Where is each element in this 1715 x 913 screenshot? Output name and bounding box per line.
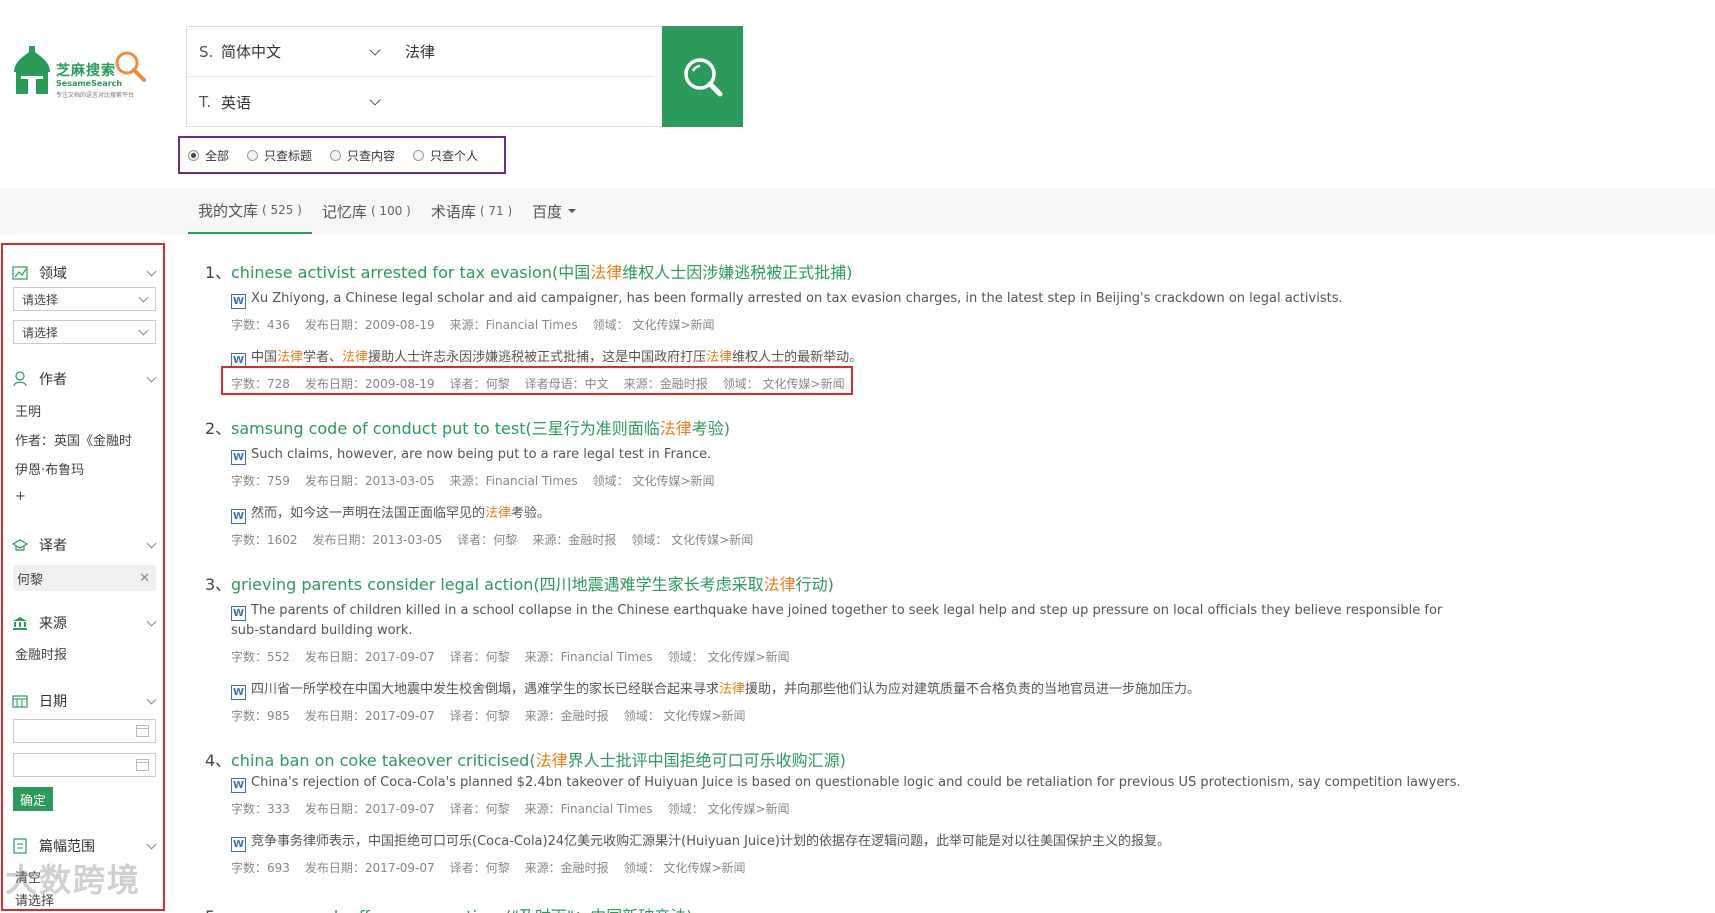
calendar-icon [11,693,29,709]
search-scope-group: 全部 只查标题 只查内容 只查个人 [178,136,506,174]
search-button[interactable] [662,26,743,127]
tab-terms[interactable]: 术语库( 71 ) [421,188,522,234]
author-item[interactable]: 伊恩·布鲁玛 [15,459,84,478]
radio-checked-icon [188,149,199,161]
graduation-cap-icon [11,537,29,553]
result-zh-snippet: W 然而，如今这一声明在法国正面临罕见的法律考验。 [231,506,551,524]
result-en-snippet: W China's rejection of Coca-Cola's planne… [231,775,1461,793]
chevron-down-icon[interactable] [369,43,381,56]
translator-selected-tag[interactable]: 何黎 ✕ [13,565,156,591]
result-title-link[interactable]: grieving parents consider legal action(四… [231,571,834,595]
search-box: S. 简体中文 法律 T. 英语 [186,26,663,127]
filter-length-header[interactable]: 篇幅范围 [11,836,157,856]
magnifier-logo-icon [115,51,146,82]
target-language-select[interactable]: 英语 [221,92,371,113]
calendar-icon[interactable] [136,759,149,771]
filter-source-header[interactable]: 来源 [11,613,157,633]
tab-memory[interactable]: 记忆库( 100 ) [312,188,421,234]
calendar-icon[interactable] [136,725,149,737]
chart-icon [11,265,29,281]
word-doc-icon[interactable]: W [231,837,246,852]
date-end-input[interactable] [13,753,156,777]
result-zh-meta: 字数：693 发布日期：2017-09-07 译者：何黎 来源：金融时报 领域： 文化传… [231,861,746,875]
page: 芝麻搜索 SesameSearch 专注文档的语言对比搜索平台 S. 简体中文 … [0,0,1715,913]
result-title-link[interactable]: new approach offers more options("及时雨"：中… [231,903,692,913]
word-doc-icon[interactable]: W [231,778,246,793]
domain-select-1[interactable]: 请选择 [13,287,156,311]
result-en-snippet: W Such claims, however, are now being put… [231,447,712,465]
author-item[interactable]: 作者：英国《金融时 [15,430,132,449]
result-en-snippet: W The parents of children killed in a sch… [231,603,1443,638]
logo-tagline: 专注文档的语言对比搜索平台 [56,92,135,99]
scope-personal-radio[interactable]: 只查个人 [413,147,478,164]
word-doc-icon[interactable]: W [231,509,246,524]
result-zh-snippet: W 中国法律学者、法律援助人士许志永因涉嫌逃税被正式批捕，这是中国政府打压法律维权… [231,350,863,368]
result-title-link[interactable]: chinese activist arrested for tax evasio… [231,259,853,283]
result-en-meta: 字数：436 发布日期：2009-08-19 来源：Financial Times 领… [231,318,715,332]
chevron-down-icon[interactable] [369,94,381,106]
chevron-down-icon [146,372,157,382]
source-item[interactable]: 金融时报 [15,644,67,663]
result-zh-snippet: W 竞争事务律师表示，中国拒绝可口可乐(Coca-Cola)24亿美元收购汇源果汁… [231,834,1171,852]
tab-baidu-dropdown[interactable]: 百度 [522,188,586,234]
filter-sidebar: 领域 请选择 请选择 作者 王明 作者：英国《金融时 伊恩·布鲁玛 + 译者 何… [1,243,165,911]
source-language-row: S. 简体中文 法律 [187,27,654,77]
close-icon[interactable]: ✕ [139,571,150,586]
scope-all-radio[interactable]: 全部 [188,147,229,164]
result-title-link[interactable]: china ban on coke takeover criticised(法律… [231,747,846,771]
filter-date-header[interactable]: 日期 [11,691,157,711]
radio-unchecked-icon [330,149,342,161]
highlighted-meta-box [221,366,853,395]
document-icon [11,838,29,854]
word-doc-icon[interactable]: W [231,294,246,309]
word-doc-icon[interactable]: W [231,606,246,621]
result-en-meta: 字数：759 发布日期：2013-03-05 来源：Financial Times 领… [231,474,715,488]
chevron-down-icon [146,538,157,548]
result-zh-snippet: W 四川省一所学校在中国大地震中发生校舍倒塌，遇难学生的家长已经联合起来寻求法律援… [231,682,1201,700]
result-en-meta: 字数：333 发布日期：2017-09-07 译者：何黎 来源：Financial T… [231,802,790,816]
filter-author-header[interactable]: 作者 [11,369,157,389]
bank-icon [11,615,29,631]
result-en-meta: 字数：552 发布日期：2017-09-07 译者：何黎 来源：Financial T… [231,650,790,664]
word-doc-icon[interactable]: W [231,450,246,465]
search-icon [683,57,722,96]
target-language-row: T. 英语 [187,77,664,127]
mosque-logo-icon [14,46,50,94]
radio-unchecked-icon [413,149,425,161]
target-prefix: T. [199,93,212,111]
chevron-down-icon [146,616,157,626]
user-icon [11,371,29,387]
chevron-down-icon [138,325,149,335]
logo-brand-text: 芝麻搜索 [56,63,116,79]
tab-my-library[interactable]: 我的文库( 525 ) [188,188,312,234]
watermark: 大数跨境 [5,861,142,899]
source-prefix: S. [199,42,214,61]
word-doc-icon[interactable]: W [231,685,246,700]
search-input[interactable]: 法律 [405,41,435,62]
radio-unchecked-icon [247,149,259,161]
result-zh-meta: 字数：1602 发布日期：2013-03-05 译者：何黎 来源：金融时报 领域： 文化… [231,533,754,547]
sesame-search-logo[interactable]: 芝麻搜索 SesameSearch 专注文档的语言对比搜索平台 [10,46,155,106]
scope-title-radio[interactable]: 只查标题 [247,147,312,164]
result-zh-meta: 字数：985 发布日期：2017-09-07 译者：何黎 来源：金融时报 领域： 文化传… [231,709,746,723]
filter-domain-header[interactable]: 领域 [11,263,157,283]
source-language-select[interactable]: 简体中文 [221,41,371,62]
author-item[interactable]: 王明 [15,401,41,420]
domain-select-2[interactable]: 请选择 [13,320,156,344]
filter-translator-header[interactable]: 译者 [11,535,157,555]
chevron-down-icon [146,694,157,704]
chevron-down-icon [146,839,157,849]
chevron-down-icon [146,266,157,276]
result-title-link[interactable]: samsung code of conduct put to test(三星行为… [231,415,730,439]
author-more-button[interactable]: + [15,489,26,504]
result-en-snippet: W Xu Zhiyong, a Chinese legal scholar and… [231,291,1343,309]
caret-down-icon [568,209,577,213]
scope-content-radio[interactable]: 只查内容 [330,147,395,164]
chevron-down-icon [138,292,149,302]
library-tabs: 我的文库( 525 ) 记忆库( 100 ) 术语库( 71 ) 百度 [188,188,586,234]
confirm-button[interactable]: 确定 [13,787,53,811]
date-start-input[interactable] [13,719,156,743]
